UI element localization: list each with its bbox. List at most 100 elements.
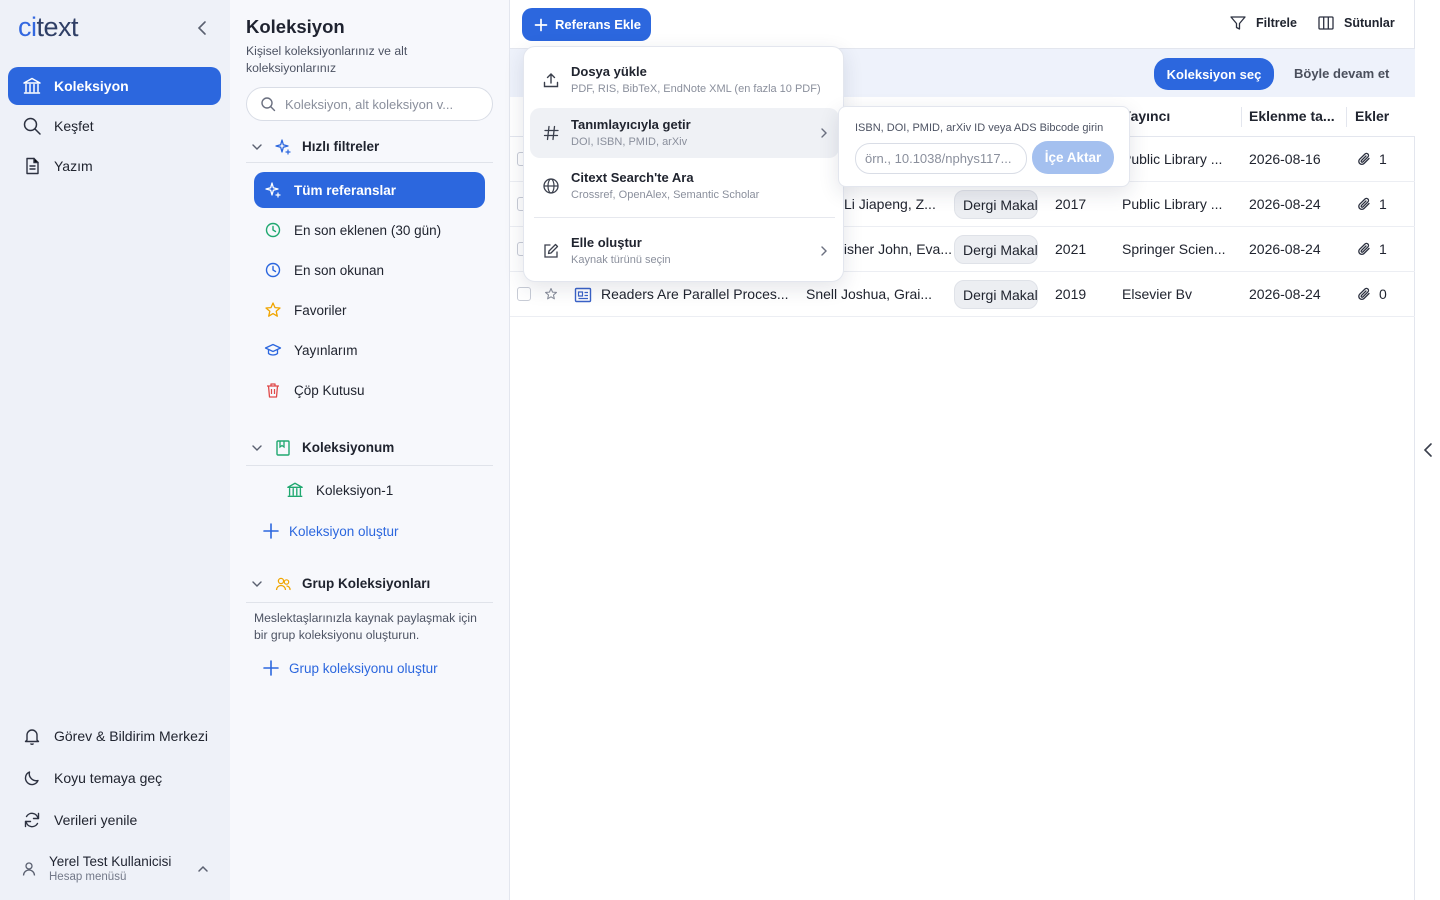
menu-item-upload-file[interactable]: Dosya yükle PDF, RIS, BibTeX, EndNote XM… (530, 55, 839, 105)
identifier-popup-label: ISBN, DOI, PMID, arXiv ID veya ADS Bibco… (855, 122, 1104, 134)
trash-icon (267, 383, 279, 398)
bookmark-icon (276, 439, 290, 456)
collection-item-label: Koleksiyon-1 (316, 482, 394, 498)
moon-icon (24, 771, 39, 786)
journal-article-icon (574, 287, 592, 303)
edit-icon (544, 243, 559, 258)
column-added-date[interactable]: Eklenme ta... (1249, 108, 1335, 124)
user-icon (22, 862, 36, 876)
refresh-icon (24, 812, 40, 828)
plus-icon (263, 660, 279, 676)
group-collections-title: Grup Koleksiyonları (302, 576, 431, 591)
quick-filters-title: Hızlı filtreler (302, 139, 380, 154)
notification-center-button[interactable]: Görev & Bildirim Merkezi (8, 718, 221, 754)
attachment-count: 1 (1379, 241, 1387, 257)
notification-center-label: Görev & Bildirim Merkezi (54, 728, 209, 744)
cell-added-date: 2026-08-24 (1249, 286, 1321, 302)
star-icon[interactable] (544, 287, 558, 301)
cell-attachments[interactable]: 1 (1356, 196, 1387, 212)
filter-label: Favoriler (294, 302, 347, 318)
menu-item-fetch-by-identifier[interactable]: Tanımlayıcıyla getir DOI, ISBN, PMID, ar… (530, 108, 839, 158)
chevron-up-icon (198, 865, 208, 872)
menu-item-subtitle: DOI, ISBN, PMID, arXiv (571, 136, 688, 148)
columns-button[interactable]: Sütunlar (1317, 14, 1395, 32)
filter-button[interactable]: Filtrele (1229, 14, 1297, 32)
dark-theme-button[interactable]: Koyu temaya geç (8, 760, 221, 796)
identifier-input[interactable] (855, 143, 1027, 174)
select-collection-button[interactable]: Koleksiyon seç (1154, 58, 1274, 90)
menu-item-subtitle: Kaynak türünü seçin (571, 254, 671, 266)
paperclip-icon (1358, 287, 1370, 301)
right-panel-toggle[interactable] (1422, 442, 1436, 458)
refresh-data-button[interactable]: Verileri yenile (8, 802, 221, 838)
filter-label: Tüm referanslar (294, 182, 397, 198)
cell-added-date: 2026-08-16 (1249, 151, 1321, 167)
add-reference-menu: Dosya yükle PDF, RIS, BibTeX, EndNote XM… (523, 46, 844, 282)
create-group-collection-button[interactable]: Grup koleksiyonu oluştur (262, 659, 438, 677)
paperclip-icon (1358, 242, 1370, 256)
filter-recently-read[interactable]: En son okunan (254, 252, 485, 288)
filter-label: Yayınlarım (294, 342, 358, 358)
document-icon (26, 157, 39, 175)
filter-label: En son eklenen (30 gün) (294, 222, 442, 238)
cell-title[interactable]: Readers Are Parallel Proces... (601, 286, 801, 302)
menu-divider (534, 217, 835, 218)
dark-theme-label: Koyu temaya geç (54, 770, 163, 786)
cell-authors: Fisher John, Eva... (844, 241, 952, 257)
group-collections-header[interactable]: Grup Koleksiyonları (246, 565, 493, 603)
cell-attachments[interactable]: 1 (1356, 241, 1387, 257)
filter-my-publications[interactable]: Yayınlarım (254, 332, 485, 368)
menu-item-title: Elle oluştur (571, 235, 642, 250)
chevron-right-icon (821, 128, 827, 138)
column-divider (1346, 107, 1347, 127)
logo: citext (18, 12, 79, 42)
user-name: Yerel Test Kullanicisi (49, 854, 172, 869)
collection-item[interactable]: Koleksiyon-1 (276, 472, 476, 508)
my-collection-title: Koleksiyonum (302, 440, 395, 455)
nav-item-yazim[interactable]: Yazım (8, 147, 221, 185)
continue-as-is-button[interactable]: Böyle devam et (1294, 66, 1389, 81)
sparkle-icon (275, 138, 291, 155)
nav-item-koleksiyon[interactable]: Koleksiyon (8, 67, 221, 105)
collapse-sidebar-button[interactable] (194, 19, 212, 37)
filter-favorites[interactable]: Favoriler (254, 292, 485, 328)
user-menu[interactable]: Yerel Test Kullanicisi Hesap menüsü (8, 850, 221, 890)
attachment-count: 0 (1379, 286, 1387, 302)
cell-publisher: Public Library ... (1122, 196, 1223, 212)
cell-type: Dergi Makal (954, 280, 1038, 309)
panel-title: Koleksiyon (246, 16, 345, 37)
nav-item-label: Koleksiyon (54, 78, 129, 94)
nav-item-kesfet[interactable]: Keşfet (8, 107, 221, 145)
menu-item-subtitle: Crossref, OpenAlex, Semantic Scholar (571, 189, 760, 201)
nav-item-label: Yazım (54, 158, 93, 174)
users-icon (275, 577, 291, 590)
cell-attachments[interactable]: 1 (1356, 151, 1387, 167)
row-checkbox[interactable] (517, 287, 531, 301)
create-group-collection-label: Grup koleksiyonu oluştur (289, 660, 438, 676)
filter-all-references[interactable]: Tüm referanslar (254, 172, 485, 208)
paperclip-icon (1358, 152, 1370, 166)
column-divider (1241, 107, 1242, 127)
menu-item-title: Citext Search'te Ara (571, 170, 694, 185)
create-collection-button[interactable]: Koleksiyon oluştur (262, 522, 399, 540)
collection-panel: Koleksiyon Kişisel koleksiyonlarınız ve … (230, 0, 510, 900)
menu-item-title: Dosya yükle (571, 64, 647, 79)
filter-label: En son okunan (294, 262, 385, 278)
filter-recently-added[interactable]: En son eklenen (30 gün) (254, 212, 485, 248)
main-navigation: citext Koleksiyon Keşfet Yazım Görev & B… (0, 0, 230, 900)
filter-trash[interactable]: Çöp Kutusu (254, 372, 485, 408)
cell-attachments[interactable]: 0 (1356, 286, 1387, 302)
add-reference-button[interactable]: Referans Ekle (522, 8, 651, 41)
plus-icon (263, 523, 279, 539)
import-button[interactable]: İçe Aktar (1032, 141, 1114, 174)
attachment-count: 1 (1379, 196, 1387, 212)
quick-filters-header[interactable]: Hızlı filtreler (246, 131, 493, 163)
column-attachments[interactable]: Ekler (1355, 108, 1389, 124)
menu-item-title: Tanımlayıcıyla getir (571, 117, 691, 132)
menu-item-create-manually[interactable]: Elle oluştur Kaynak türünü seçin (530, 226, 839, 276)
my-collection-header[interactable]: Koleksiyonum (246, 430, 493, 466)
menu-item-citext-search[interactable]: Citext Search'te Ara Crossref, OpenAlex,… (530, 161, 839, 211)
collection-search[interactable] (246, 87, 493, 121)
collection-search-input[interactable] (285, 96, 470, 112)
chevron-left-icon (197, 21, 206, 35)
